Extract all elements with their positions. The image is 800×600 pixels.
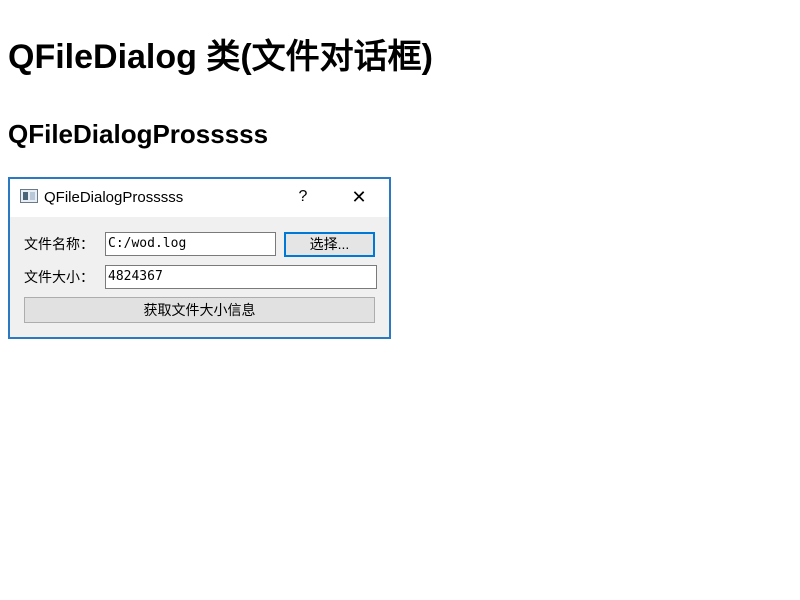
file-dialog-window: QFileDialogProsssss ? ✕ 文件名称： C:/wod.log…: [8, 177, 391, 339]
close-icon[interactable]: ✕: [342, 183, 376, 211]
section-title: QFileDialogProsssss: [8, 119, 269, 149]
page-title: QFileDialog 类(文件对话框): [8, 38, 433, 76]
file-name-label: 文件名称：: [24, 236, 94, 252]
file-name-field[interactable]: C:/wod.log: [105, 232, 276, 256]
file-size-label: 文件大小：: [24, 269, 94, 285]
select-file-button[interactable]: 选择...: [284, 232, 375, 257]
file-size-field[interactable]: 4824367: [105, 265, 377, 289]
dialog-titlebar[interactable]: QFileDialogProsssss ? ✕: [10, 179, 389, 217]
app-window-icon: [20, 189, 38, 203]
get-file-size-button[interactable]: 获取文件大小信息: [24, 297, 375, 323]
dialog-title: QFileDialogProsssss: [44, 189, 184, 206]
help-icon[interactable]: ?: [288, 183, 318, 211]
